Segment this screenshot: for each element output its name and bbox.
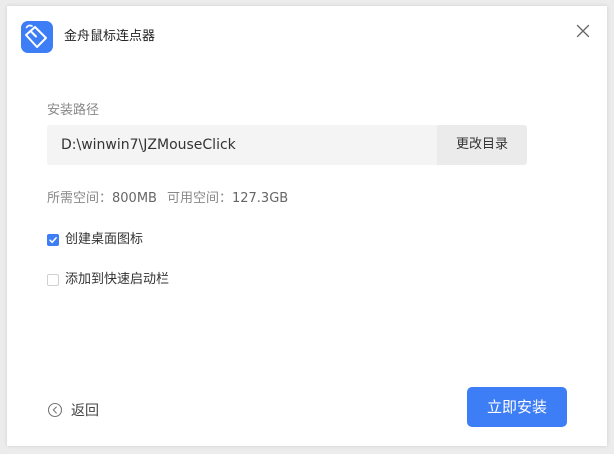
install-path-input[interactable] — [47, 125, 437, 165]
desktop-icon-checkbox[interactable] — [47, 234, 59, 246]
back-button[interactable]: 返回 — [47, 400, 99, 420]
quick-launch-label: 添加到快速启动栏 — [65, 272, 170, 287]
title-bar: 金舟鼠标连点器 — [7, 6, 607, 64]
required-space-label: 所需空间： — [47, 191, 113, 206]
checkmark-icon — [49, 237, 57, 244]
available-space-label: 可用空间： — [166, 191, 232, 206]
change-directory-button[interactable]: 更改目录 — [437, 125, 527, 165]
app-logo — [21, 21, 53, 53]
disk-space-info: 所需空间：800MB 可用空间：127.3GB — [47, 191, 288, 207]
mouse-icon — [25, 24, 47, 48]
install-now-button[interactable]: 立即安装 — [467, 387, 567, 427]
quick-launch-checkbox[interactable] — [47, 274, 59, 286]
back-arrow-icon — [47, 402, 63, 418]
install-path-box: 更改目录 — [47, 125, 527, 165]
app-title: 金舟鼠标连点器 — [64, 29, 156, 44]
install-path-label: 安装路径 — [47, 103, 100, 118]
option-quick-launch[interactable]: 添加到快速启动栏 — [47, 271, 169, 289]
desktop-icon-label: 创建桌面图标 — [65, 232, 144, 247]
required-space-value: 800MB — [112, 191, 157, 206]
available-space-value: 127.3GB — [231, 191, 289, 206]
close-button[interactable] — [573, 21, 593, 41]
option-desktop-icon[interactable]: 创建桌面图标 — [47, 231, 143, 249]
installer-window: 金舟鼠标连点器 安装路径 更改目录 所需空间：800MB 可用空间：127.3GB… — [7, 6, 607, 446]
back-label: 返回 — [71, 403, 99, 419]
close-icon — [576, 24, 590, 38]
